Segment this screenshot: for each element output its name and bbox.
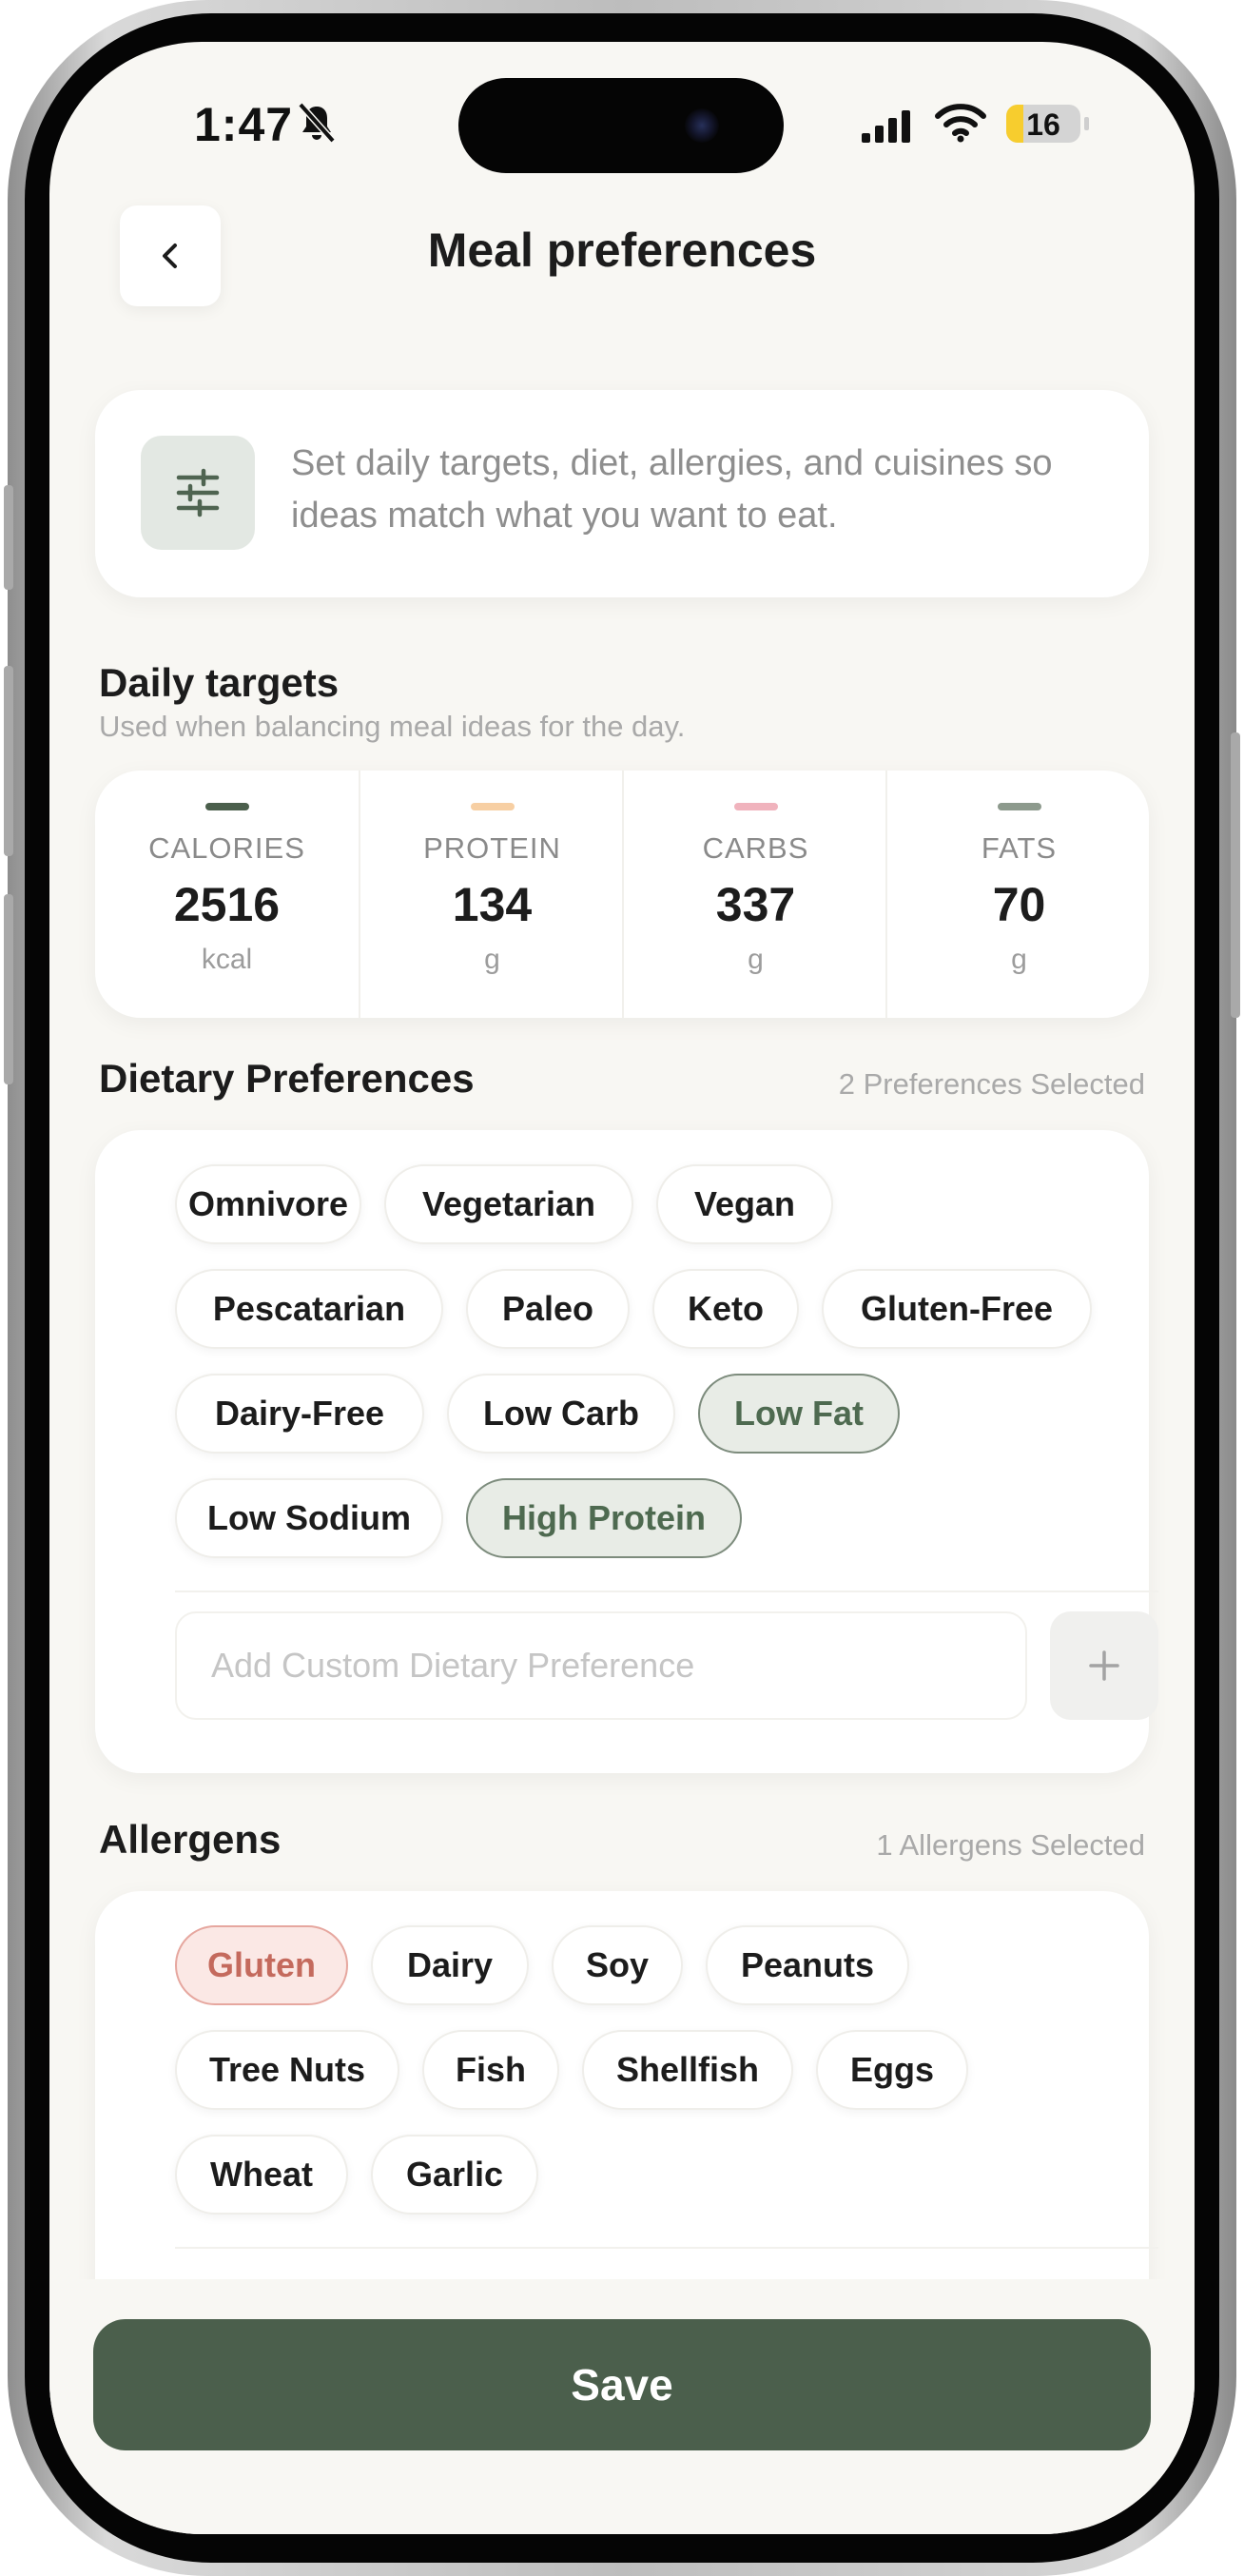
macro-label: PROTEIN — [423, 831, 561, 865]
allergen-chip-eggs[interactable]: Eggs — [816, 2030, 968, 2110]
diet-chip-pescatarian[interactable]: Pescatarian — [175, 1269, 443, 1349]
divider — [175, 1590, 1158, 1592]
macro-fats[interactable]: FATS 70 g — [885, 771, 1151, 1018]
macro-protein[interactable]: PROTEIN 134 g — [359, 771, 624, 1018]
allergen-chip-gluten[interactable]: Gluten — [175, 1925, 348, 2005]
daily-targets-title: Daily targets — [99, 660, 340, 705]
allergen-chip-garlic[interactable]: Garlic — [371, 2135, 538, 2215]
battery-icon: 16 — [1006, 105, 1080, 143]
allergens-selected-count: 1 Allergens Selected — [876, 1828, 1145, 1862]
cellular-signal-icon — [862, 110, 910, 143]
dietary-selected-count: 2 Preferences Selected — [838, 1067, 1145, 1101]
power-button — [1231, 732, 1240, 1018]
diet-chip-low-sodium[interactable]: Low Sodium — [175, 1478, 443, 1558]
macro-unit: g — [1011, 944, 1027, 975]
volume-up-button — [4, 666, 13, 856]
dietary-card: Omnivore Vegetarian Vegan Pescatarian Pa… — [95, 1130, 1158, 1773]
wifi-icon — [935, 104, 986, 143]
add-custom-preference-button[interactable] — [1050, 1611, 1158, 1720]
diet-chip-paleo[interactable]: Paleo — [466, 1269, 630, 1349]
macro-carbs[interactable]: CARBS 337 g — [622, 771, 887, 1018]
diet-chip-low-carb[interactable]: Low Carb — [447, 1374, 675, 1454]
macro-label: FATS — [981, 831, 1058, 865]
allergen-chip-soy[interactable]: Soy — [552, 1925, 683, 2005]
macro-calories[interactable]: CALORIES 2516 kcal — [95, 771, 359, 1018]
daily-targets-subtitle: Used when balancing meal ideas for the d… — [99, 710, 686, 743]
camera-lens — [685, 108, 719, 143]
diet-chip-high-protein[interactable]: High Protein — [466, 1478, 742, 1558]
macro-color-dash — [997, 803, 1041, 810]
macro-value: 337 — [715, 878, 796, 931]
battery-cap — [1084, 117, 1089, 130]
allergen-chip-wheat[interactable]: Wheat — [175, 2135, 348, 2215]
macro-unit: g — [484, 944, 500, 975]
macro-value: 2516 — [173, 878, 281, 931]
battery-level: 16 — [1026, 107, 1060, 142]
intro-text: Set daily targets, diet, allergies, and … — [291, 443, 1053, 536]
macro-color-dash — [470, 803, 515, 810]
diet-chip-dairy-free[interactable]: Dairy-Free — [175, 1374, 424, 1454]
dietary-preferences-title: Dietary Preferences — [99, 1056, 475, 1101]
macro-value: 70 — [992, 878, 1046, 931]
allergens-title: Allergens — [99, 1817, 282, 1862]
allergen-chip-fish[interactable]: Fish — [422, 2030, 559, 2110]
allergen-chip-shellfish[interactable]: Shellfish — [582, 2030, 793, 2110]
macro-unit: g — [748, 944, 764, 975]
diet-chip-vegan[interactable]: Vegan — [656, 1164, 833, 1244]
bell-slash-icon — [298, 102, 336, 144]
custom-dietary-input[interactable]: Add Custom Dietary Preference — [175, 1611, 1027, 1720]
side-button — [4, 485, 13, 590]
macro-value: 134 — [452, 878, 533, 931]
diet-chip-vegetarian[interactable]: Vegetarian — [384, 1164, 633, 1244]
macro-color-dash — [733, 803, 778, 810]
macro-label: CARBS — [702, 831, 809, 865]
diet-chip-keto[interactable]: Keto — [652, 1269, 799, 1349]
macro-label: CALORIES — [148, 831, 305, 865]
divider — [175, 2247, 1158, 2249]
allergen-chip-dairy[interactable]: Dairy — [371, 1925, 529, 2005]
allergen-chip-tree-nuts[interactable]: Tree Nuts — [175, 2030, 399, 2110]
page-title: Meal preferences — [427, 224, 817, 277]
macro-unit: kcal — [201, 944, 253, 975]
plus-icon — [1089, 1650, 1119, 1681]
allergen-chip-peanuts[interactable]: Peanuts — [706, 1925, 909, 2005]
diet-chip-gluten-free[interactable]: Gluten-Free — [822, 1269, 1092, 1349]
status-time: 1:47 — [194, 98, 294, 151]
macro-card: CALORIES 2516 kcal PROTEIN 134 g CARBS 3… — [95, 771, 1149, 1018]
sliders-icon — [141, 436, 255, 550]
screen: 1:47 16 Meal preferences Set daily targe… — [49, 42, 1195, 2534]
intro-card: Set daily targets, diet, allergies, and … — [95, 390, 1149, 597]
dynamic-island — [458, 78, 784, 173]
save-button[interactable]: Save — [93, 2319, 1151, 2450]
macro-color-dash — [204, 803, 249, 810]
diet-chip-omnivore[interactable]: Omnivore — [175, 1164, 361, 1244]
diet-chip-low-fat[interactable]: Low Fat — [698, 1374, 900, 1454]
volume-down-button — [4, 894, 13, 1084]
